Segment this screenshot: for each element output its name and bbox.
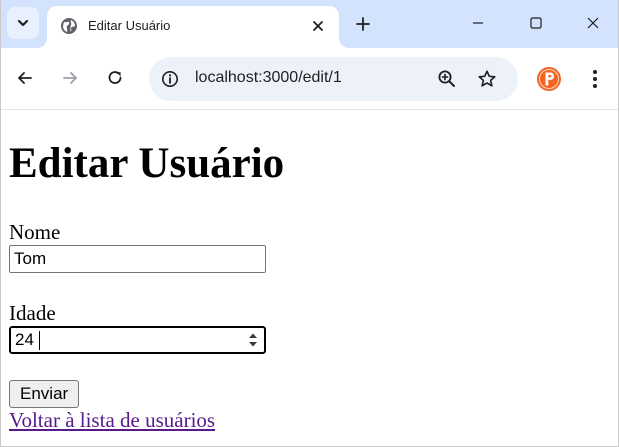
- close-window-button[interactable]: [578, 8, 608, 38]
- submit-button[interactable]: Enviar: [9, 380, 80, 408]
- chevron-down-icon: [17, 19, 29, 27]
- idade-label: Idade: [9, 301, 56, 325]
- bookmark-button[interactable]: [475, 67, 499, 91]
- zoom-in-icon: [438, 70, 455, 87]
- arrow-right-icon: [63, 72, 77, 84]
- page-title: Editar Usuário: [9, 140, 285, 187]
- extension-p-icon: [537, 67, 561, 91]
- info-icon: [162, 71, 178, 87]
- address-bar[interactable]: localhost:3000/edit/1: [149, 57, 518, 101]
- site-info-button[interactable]: [159, 68, 181, 90]
- idade-field[interactable]: [8, 325, 267, 355]
- back-button[interactable]: [10, 63, 40, 93]
- nome-label: Nome: [9, 220, 61, 244]
- tab-active[interactable]: Editar Usuário: [47, 6, 339, 48]
- back-to-list-link[interactable]: Voltar à lista de usuários: [9, 408, 215, 432]
- globe-icon: [61, 18, 77, 34]
- tab-search-button[interactable]: [7, 7, 39, 39]
- page-content: Editar Usuário Nome Idade Enviar Voltar …: [1, 111, 618, 446]
- zoom-button[interactable]: [435, 67, 459, 91]
- minimize-button[interactable]: [463, 8, 493, 38]
- maximize-icon: [530, 17, 542, 29]
- tab-title: Editar Usuário: [88, 18, 171, 33]
- url-text[interactable]: localhost:3000/edit/1: [195, 69, 342, 87]
- idade-input[interactable]: [13, 329, 238, 351]
- star-icon: [478, 70, 496, 87]
- browser-toolbar: localhost:3000/edit/1: [1, 48, 618, 110]
- nome-input[interactable]: [9, 245, 266, 273]
- spinner-arrows-icon[interactable]: [246, 331, 260, 349]
- browser-window: Editar Usuário localhost:3000/edit/1 Edi…: [0, 0, 619, 447]
- kebab-menu-icon: [593, 70, 597, 88]
- arrow-left-icon: [18, 72, 32, 84]
- close-icon: [313, 21, 323, 31]
- extension-button[interactable]: [536, 66, 562, 92]
- reload-button[interactable]: [100, 63, 130, 93]
- text-caret: [39, 331, 40, 350]
- close-icon: [587, 17, 599, 29]
- minimize-icon: [473, 22, 483, 24]
- new-tab-button[interactable]: [350, 11, 376, 37]
- forward-button[interactable]: [55, 63, 85, 93]
- close-tab-button[interactable]: [307, 15, 329, 37]
- reload-icon: [108, 71, 122, 84]
- browser-menu-button[interactable]: [583, 65, 607, 93]
- plus-icon: [356, 17, 370, 31]
- tab-strip: Editar Usuário: [1, 0, 618, 48]
- maximize-button[interactable]: [521, 8, 551, 38]
